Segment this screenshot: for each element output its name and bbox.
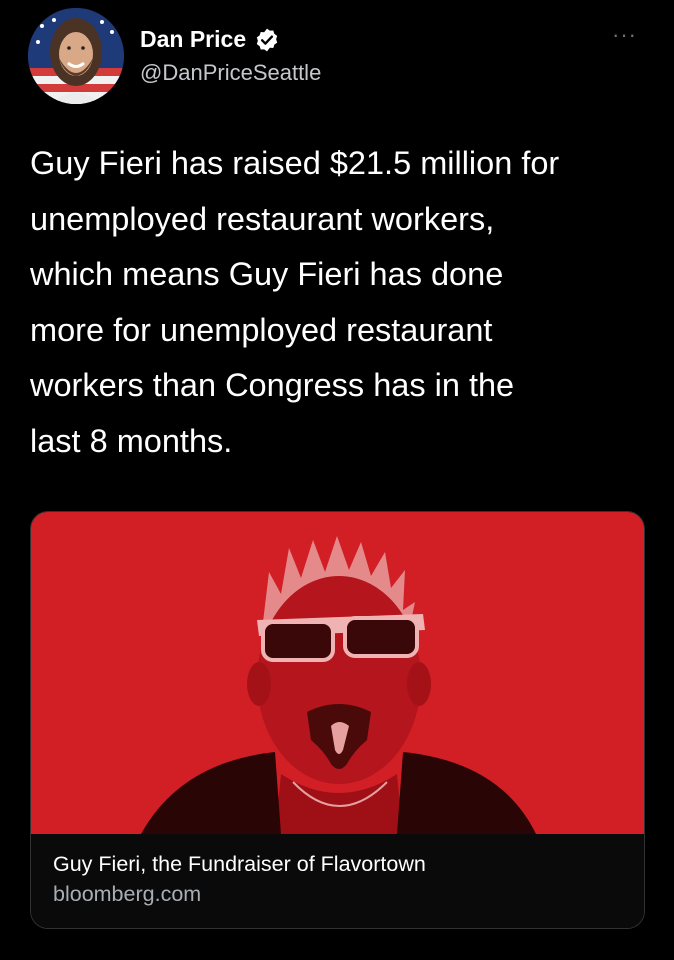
author-handle[interactable]: @DanPriceSeattle xyxy=(140,60,321,86)
link-preview-card[interactable]: Guy Fieri, the Fundraiser of Flavortown … xyxy=(30,511,645,929)
link-preview-domain[interactable]: bloomberg.com xyxy=(53,882,201,907)
more-options-icon[interactable]: ··· xyxy=(612,22,637,48)
author-name-row[interactable]: Dan Price xyxy=(140,26,280,53)
link-preview-meta[interactable]: Guy Fieri, the Fundraiser of Flavortown … xyxy=(31,834,644,928)
tweet-text-line: more for unemployed restaurant xyxy=(30,311,493,348)
tweet-text-line: workers than Congress has in the xyxy=(30,367,515,403)
tweet-text-line: last 8 months. xyxy=(30,422,233,459)
tweet-text-line: Guy Fieri has raised $21.5 million for xyxy=(30,145,560,181)
tweet-text-line: unemployed restaurant workers, xyxy=(30,200,495,237)
link-preview-title[interactable]: Guy Fieri, the Fundraiser of Flavortown xyxy=(53,852,426,877)
tweet-text: Guy Fieri has raised $21.5 million for u… xyxy=(30,136,650,469)
author-display-name[interactable]: Dan Price xyxy=(140,26,246,53)
profile-photo-icon xyxy=(28,8,124,104)
link-preview-image[interactable] xyxy=(31,512,644,834)
tweet[interactable]: Dan Price @DanPriceSeattle ··· Guy Fieri… xyxy=(0,0,674,960)
verified-badge-icon xyxy=(254,27,280,53)
tweet-text-line: which means Guy Fieri has done xyxy=(30,256,504,292)
avatar[interactable] xyxy=(28,8,124,104)
portrait-photo-icon xyxy=(31,512,644,834)
